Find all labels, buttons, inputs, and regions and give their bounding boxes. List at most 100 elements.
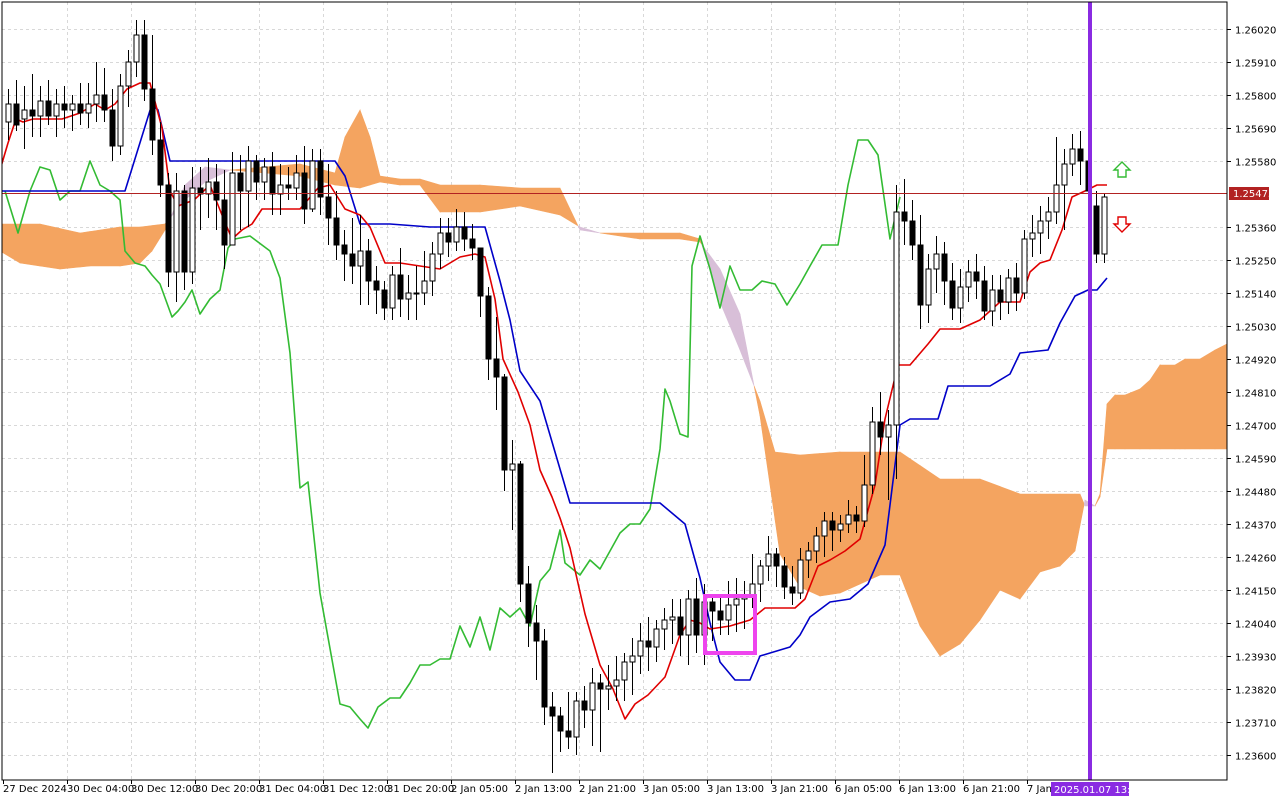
candle-body-bear <box>253 160 260 183</box>
candle-body-bull <box>133 34 140 63</box>
kumo-bullish-segment <box>39 223 61 270</box>
candle-body-bear <box>533 622 540 642</box>
kumo-bullish-segment <box>1114 394 1126 450</box>
candle-body-bull <box>805 550 812 561</box>
candle-body-bear <box>101 94 108 111</box>
candle-body-bull <box>173 190 180 273</box>
chart-area[interactable]: 1.26020 1.25910 1.25800 1.25690 1.25580 1.253… <box>0 0 1280 800</box>
candle-body-bear <box>77 103 84 114</box>
kumo-bullish-segment <box>919 464 941 657</box>
candle-body-bear <box>477 247 484 297</box>
candle-body-bull <box>821 520 828 537</box>
crosshair-time-value: 2025.01.07 13:00 <box>1054 785 1143 796</box>
candle-body-bear <box>541 640 548 708</box>
candle-body-bull <box>453 226 460 243</box>
candle-body-bear <box>901 211 908 222</box>
candle <box>1021 230 1028 299</box>
x-tick-label: 27 Dec 2024 <box>3 784 67 795</box>
candle-body-bear <box>269 166 276 195</box>
candle-body-bear <box>709 601 716 612</box>
candle-body-bull <box>1061 163 1068 186</box>
kumo-bullish-segment <box>1106 394 1116 450</box>
y-tick-label: 1.24590 <box>1235 455 1276 466</box>
kumo-bullish-segment <box>1139 379 1151 450</box>
candle-body-bear <box>157 139 164 186</box>
y-tick-label: 1.25140 <box>1235 290 1276 301</box>
candle-body-bull <box>405 292 412 300</box>
candle-body-bear <box>213 181 220 201</box>
candle-body-bear <box>485 295 492 360</box>
y-tick-label: 1.24480 <box>1235 488 1276 499</box>
candle-body-bull <box>685 598 692 636</box>
candle-body-bear <box>45 100 52 117</box>
candle-body-bear <box>61 103 68 111</box>
y-tick-label: 1.25360 <box>1235 224 1276 235</box>
current-price-label: 1.25473 <box>1229 187 1274 200</box>
candle-body-bear <box>1077 148 1084 162</box>
candle-body-bull <box>813 535 820 552</box>
kumo-bullish-segment <box>1214 343 1227 450</box>
candle-body-bull <box>509 463 516 471</box>
y-tick-label: 1.25690 <box>1235 125 1276 136</box>
kumo-bullish-segment <box>79 231 91 268</box>
candle-body-bear <box>109 109 116 147</box>
kumo-bullish-segment <box>59 228 81 270</box>
candle-body-bull <box>245 160 252 192</box>
candle-body-bull <box>429 253 436 282</box>
y-tick-label: 1.24040 <box>1235 620 1276 631</box>
kumo-bullish-segment <box>1159 364 1176 450</box>
kumo-bullish-segment <box>19 223 41 267</box>
candle-body-bear <box>877 421 884 438</box>
candle-body-bear <box>853 514 860 522</box>
candle-body-bear <box>557 715 564 732</box>
candle-body-bear <box>341 244 348 255</box>
candle-body-bear <box>285 184 292 189</box>
candle-body-bull <box>1037 220 1044 234</box>
kumo-bullish-segment <box>439 184 481 213</box>
x-tick-label: 30 Dec 20:00 <box>195 784 262 795</box>
y-tick-label: 1.24260 <box>1235 554 1276 565</box>
candle-body-bull <box>21 109 28 120</box>
candle-body-bull <box>861 484 868 522</box>
candle-body-bear <box>693 598 700 636</box>
candle-body-bull <box>1101 196 1108 255</box>
candle-body-bull <box>837 523 844 531</box>
y-tick-label: 1.25030 <box>1235 323 1276 334</box>
candle-body-bull <box>989 289 996 312</box>
candle-body-bull <box>637 640 644 657</box>
candle-body-bear <box>773 553 780 567</box>
kumo-bullish-segment <box>1149 364 1161 450</box>
candle-body-bear <box>909 220 916 246</box>
candle-body-bull <box>37 100 44 117</box>
kumo-bullish-segment <box>1049 493 1061 570</box>
candle-body-bear <box>469 238 476 249</box>
kumo-bullish-segment <box>1039 493 1051 573</box>
candle-body-bull <box>205 181 212 195</box>
candle-body-bear <box>981 280 988 312</box>
candle-body-bear <box>221 199 228 246</box>
candle-body-bull <box>933 253 940 270</box>
candle-body-bull <box>277 184 284 195</box>
candle-body-bull <box>5 103 12 123</box>
candle-body-bull <box>653 628 660 648</box>
candle-body-bull <box>957 286 964 309</box>
x-tick-label: 31 Dec 04:00 <box>259 784 326 795</box>
candle-body-bull <box>85 103 92 114</box>
x-tick-label: 30 Dec 12:00 <box>131 784 198 795</box>
y-tick-label: 1.25580 <box>1235 158 1276 169</box>
candle-body-bull <box>869 421 876 486</box>
kumo-bullish-segment <box>1199 349 1216 450</box>
candle-body-bull <box>413 292 420 295</box>
candle <box>517 461 524 602</box>
candle <box>165 173 172 287</box>
candle-body-bear <box>581 700 588 711</box>
candle-body-bear <box>565 730 572 738</box>
candle-body-bull <box>261 166 268 183</box>
y-tick-label: 1.24150 <box>1235 587 1276 598</box>
candle-body-bull <box>573 700 580 738</box>
candle-body-bear <box>165 184 172 273</box>
candle-body-bear <box>525 583 532 624</box>
candle-body-bull <box>389 274 396 309</box>
kumo-bullish-segment <box>639 232 681 240</box>
candle-body-bear <box>717 610 724 621</box>
